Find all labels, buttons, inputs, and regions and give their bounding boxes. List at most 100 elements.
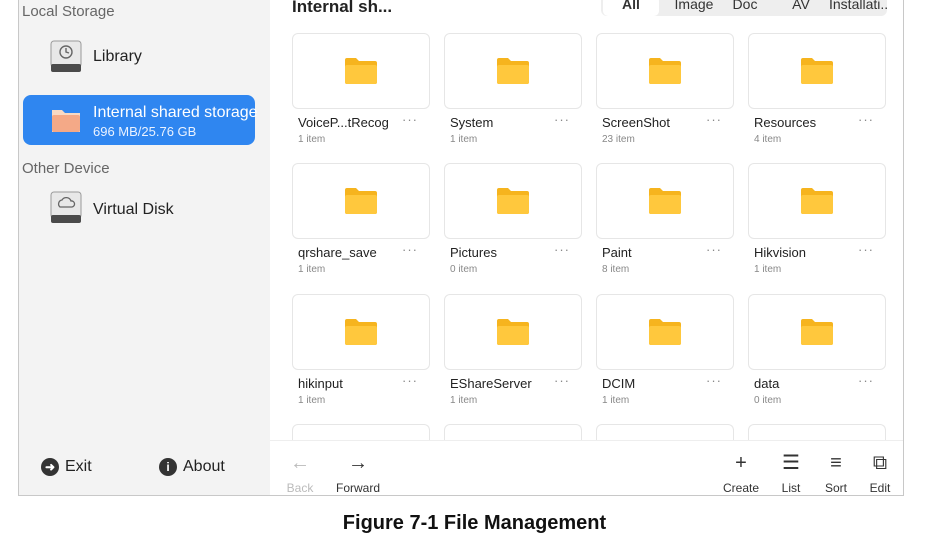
more-options-icon[interactable]: ··· (554, 242, 570, 257)
folder-icon (497, 58, 529, 84)
library-drive-icon (50, 40, 82, 79)
folder-thumbnail (748, 33, 886, 109)
folder-name: qrshare_save (298, 245, 377, 260)
folder-icon (497, 319, 529, 345)
folder-item-count: 4 item (754, 134, 782, 145)
folder-name: Hikvision (754, 245, 807, 260)
folder-card[interactable]: ScreenShot 23 item ··· (596, 33, 734, 148)
exit-button[interactable]: ➜ Exit (41, 458, 92, 476)
folder-card[interactable]: EShareServer 1 item ··· (444, 294, 582, 409)
tab-av[interactable]: AV (783, 0, 819, 16)
folder-item-count: 1 item (450, 395, 478, 406)
folder-name: Resources (754, 115, 817, 130)
folder-thumbnail (596, 33, 734, 109)
sidebar-item-internal-storage[interactable]: Internal shared storage 696 MB/25.76 GB (23, 95, 258, 145)
sidebar-item-library[interactable]: Library (23, 34, 255, 82)
exit-label: Exit (65, 458, 92, 475)
arrow-right-icon: → (348, 452, 368, 474)
folder-thumbnail (292, 163, 430, 239)
folder-card[interactable]: Resources 4 item ··· (748, 33, 886, 148)
folder-card[interactable]: System 1 item ··· (444, 33, 582, 148)
folder-name: Pictures (450, 245, 497, 260)
forward-label: Forward (335, 481, 380, 495)
edit-select-icon: ⧉ (872, 452, 888, 474)
folder-item-count: 1 item (450, 134, 478, 145)
more-options-icon[interactable]: ··· (706, 242, 722, 257)
folder-icon (649, 188, 681, 214)
about-button[interactable]: i About (159, 458, 225, 476)
page-title: Internal sh... (292, 0, 393, 16)
folder-card[interactable]: data 0 item ··· (748, 294, 886, 409)
folder-item-count: 1 item (754, 264, 782, 275)
folder-thumbnail (596, 163, 734, 239)
folder-name: DCIM (602, 376, 636, 391)
folder-name: EShareServer (450, 376, 532, 391)
folder-card[interactable]: hikinput 1 item ··· (292, 294, 430, 409)
folder-item-count: 1 item (298, 134, 326, 145)
arrow-left-icon: ← (290, 452, 310, 474)
tab-image[interactable]: Image (665, 0, 723, 16)
more-options-icon[interactable]: ··· (554, 112, 570, 127)
more-options-icon[interactable]: ··· (706, 112, 722, 127)
sort-icon: ≡ (830, 452, 842, 474)
local-storage-heading: Local Storage (22, 3, 115, 20)
folder-card[interactable]: DCIM 1 item ··· (596, 294, 734, 409)
folder-icon (345, 58, 377, 84)
folder-name: Paint (602, 245, 632, 260)
plus-icon: + (735, 452, 747, 474)
folder-item-count: 0 item (754, 395, 782, 406)
folder-item-count: 1 item (298, 395, 326, 406)
folder-icon (497, 188, 529, 214)
folder-thumbnail (292, 294, 430, 370)
folder-thumbnail (748, 163, 886, 239)
folder-name: ScreenShot (602, 115, 670, 130)
sidebar-item-label: Library (93, 48, 142, 65)
folder-name: hikinput (298, 376, 343, 391)
more-options-icon[interactable]: ··· (402, 242, 418, 257)
folder-card[interactable]: Paint 8 item ··· (596, 163, 734, 278)
file-manager-window: Local Storage Library Internal shared st… (18, 0, 904, 496)
folder-item-count: 1 item (298, 264, 326, 275)
sidebar-item-virtual-disk[interactable]: Virtual Disk (23, 186, 255, 234)
more-options-icon[interactable]: ··· (858, 112, 874, 127)
about-label: About (183, 458, 225, 475)
folder-icon (801, 319, 833, 345)
bottom-toolbar: ← Back → Forward + Create ☰ List ≡ Sort … (270, 440, 903, 495)
more-options-icon[interactable]: ··· (402, 112, 418, 127)
more-options-icon[interactable]: ··· (554, 373, 570, 388)
folder-icon (649, 319, 681, 345)
more-options-icon[interactable]: ··· (402, 373, 418, 388)
folder-item-count: 0 item (450, 264, 478, 275)
forward-button[interactable]: → Forward (333, 441, 383, 495)
folder-thumbnail (292, 33, 430, 109)
folder-name: data (754, 376, 780, 391)
folder-icon (649, 58, 681, 84)
folder-thumbnail (444, 294, 582, 370)
more-options-icon[interactable]: ··· (858, 373, 874, 388)
edit-button[interactable]: ⧉ Edit (855, 441, 903, 495)
tab-doc[interactable]: Doc (725, 0, 765, 16)
folder-card[interactable]: Pictures 0 item ··· (444, 163, 582, 278)
folder-item-count: 8 item (602, 264, 630, 275)
folder-name: System (450, 115, 494, 130)
tab-installation[interactable]: Installati... (829, 0, 887, 16)
more-options-icon[interactable]: ··· (858, 242, 874, 257)
main-panel: Internal sh... All Image Doc AV Installa… (270, 0, 903, 495)
folder-name: VoiceP...tRecog (298, 115, 389, 130)
folder-icon (345, 319, 377, 345)
folder-thumbnail (444, 163, 582, 239)
folder-card[interactable]: qrshare_save 1 item ··· (292, 163, 430, 278)
folder-card[interactable]: VoiceP...tRecog 1 item ··· (292, 33, 430, 148)
folder-thumbnail (596, 294, 734, 370)
folder-card[interactable]: Hikvision 1 item ··· (748, 163, 886, 278)
filter-tabs: All Image Doc AV Installati... (601, 0, 887, 16)
folder-icon (345, 188, 377, 214)
more-options-icon[interactable]: ··· (706, 373, 722, 388)
tab-all[interactable]: All (603, 0, 659, 16)
other-device-heading: Other Device (22, 160, 110, 177)
folder-item-count: 1 item (602, 395, 630, 406)
figure-caption: Figure 7-1 File Management (342, 512, 607, 534)
back-button[interactable]: ← Back (275, 441, 325, 495)
list-view-icon: ☰ (782, 452, 800, 474)
exit-icon: ➜ (41, 458, 59, 476)
